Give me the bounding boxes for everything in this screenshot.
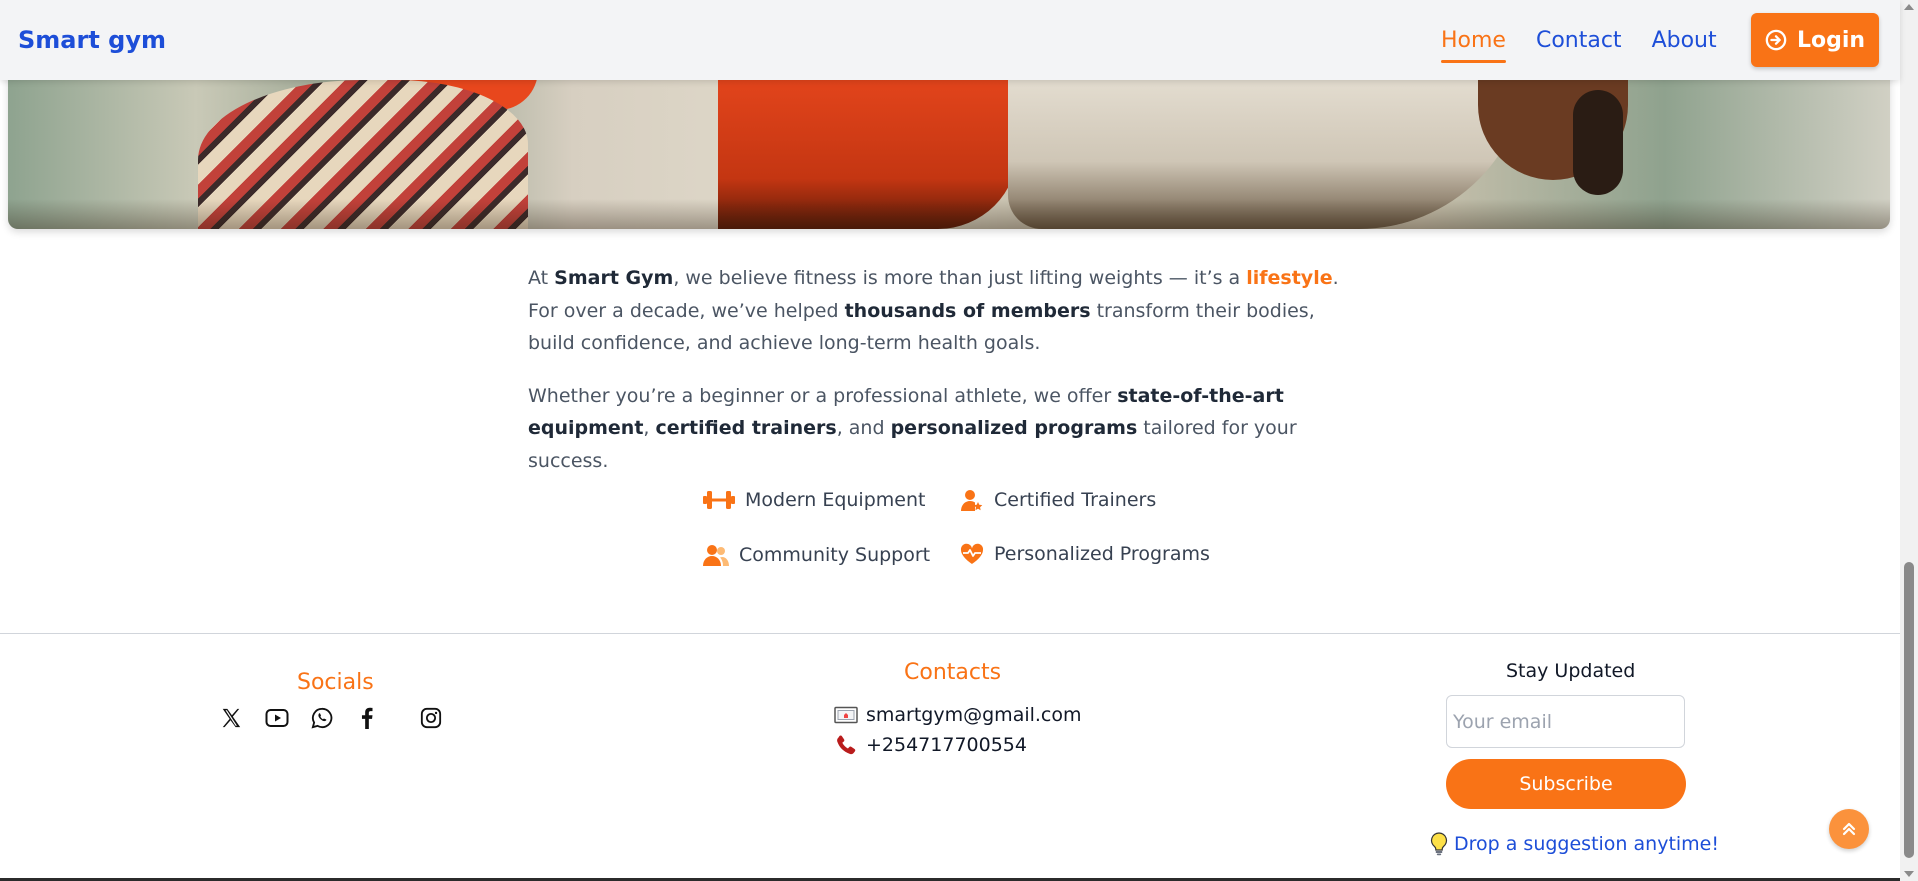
scroll-up-arrow-icon[interactable]: [1904, 4, 1914, 10]
stay-updated-title: Stay Updated: [1506, 660, 1636, 682]
suggestion-link[interactable]: Drop a suggestion anytime!: [1430, 832, 1719, 856]
footer-divider: [0, 633, 1900, 634]
feature-certified-trainers: Certified Trainers: [960, 488, 1156, 512]
users-icon: [703, 545, 729, 566]
about-paragraph-2: Whether you’re a beginner or a professio…: [528, 384, 1297, 472]
socials-title: Socials: [297, 670, 374, 695]
heart-pulse-icon: [960, 543, 984, 564]
nav-contact[interactable]: Contact: [1536, 20, 1622, 61]
nav-links: Home Contact About: [1441, 0, 1747, 80]
about-section: At Smart Gym, we believe fitness is more…: [528, 262, 1358, 497]
youtube-icon[interactable]: [264, 705, 290, 731]
page-scrollbar[interactable]: [1900, 0, 1918, 881]
scroll-to-top-button[interactable]: [1829, 809, 1869, 849]
facebook-icon[interactable]: [354, 705, 380, 731]
login-icon: [1765, 29, 1787, 51]
contact-email-text: smartgym@gmail.com: [866, 704, 1082, 726]
feature-community-support: Community Support: [703, 543, 930, 567]
navbar: Smart gym Home Contact About Login: [0, 0, 1900, 80]
newsletter-email-input[interactable]: [1446, 695, 1685, 748]
contact-email[interactable]: smartgym@gmail.com: [834, 704, 1082, 726]
nav-about[interactable]: About: [1652, 20, 1717, 61]
feature-label: Modern Equipment: [745, 489, 926, 511]
nav-home[interactable]: Home: [1441, 20, 1506, 63]
feature-label: Personalized Programs: [994, 543, 1210, 565]
lightbulb-icon: [1430, 832, 1448, 856]
hero-image: [8, 60, 1890, 229]
chevrons-up-icon: [1842, 822, 1856, 836]
envelope-icon: [834, 706, 858, 724]
login-button[interactable]: Login: [1751, 13, 1879, 67]
scroll-down-arrow-icon[interactable]: [1904, 871, 1914, 877]
phone-icon: [837, 735, 856, 755]
about-paragraph-1: At Smart Gym, we believe fitness is more…: [528, 267, 1339, 354]
feature-label: Community Support: [739, 544, 931, 566]
user-star-icon: [961, 490, 983, 511]
contact-phone[interactable]: +254717700554: [834, 734, 1027, 756]
whatsapp-icon[interactable]: [309, 705, 335, 731]
login-label: Login: [1796, 27, 1866, 53]
contact-phone-text: +254717700554: [866, 734, 1027, 756]
scrollbar-thumb[interactable]: [1904, 562, 1914, 858]
instagram-icon[interactable]: [418, 705, 444, 731]
feature-label: Certified Trainers: [994, 489, 1157, 511]
feature-modern-equipment: Modern Equipment: [703, 488, 925, 512]
dumbbell-icon: [703, 491, 735, 509]
subscribe-button[interactable]: Subscribe: [1446, 759, 1686, 809]
feature-personalized-programs: Personalized Programs: [960, 543, 1210, 565]
suggestion-text: Drop a suggestion anytime!: [1454, 833, 1719, 855]
contacts-title: Contacts: [904, 660, 1002, 685]
brand-logo[interactable]: Smart gym: [18, 26, 166, 54]
x-icon[interactable]: [218, 705, 244, 731]
